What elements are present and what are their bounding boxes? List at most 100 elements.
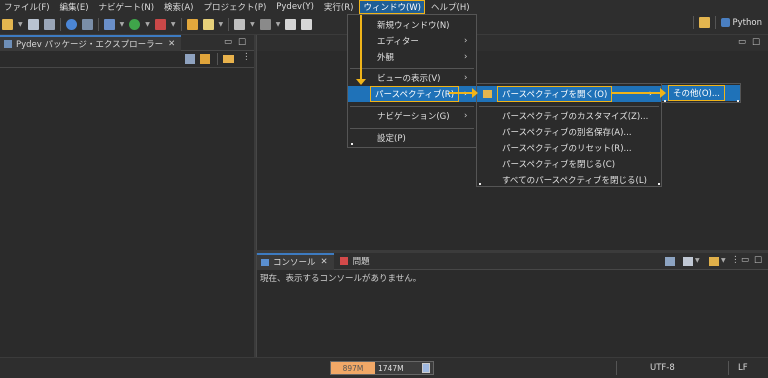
tab-package-explorer[interactable]: Pydev パッケージ・エクスプローラー ✕ — [0, 34, 182, 51]
chevron-down-icon[interactable]: ▼ — [276, 21, 281, 28]
menu-separator — [350, 68, 474, 69]
view-controls: ▭ □ — [224, 37, 246, 47]
open-perspective-submenu: その他(O)... — [661, 83, 741, 103]
debug-icon[interactable] — [103, 18, 115, 30]
workspace-icon[interactable] — [81, 18, 93, 30]
menu-item-label: エディター — [377, 37, 419, 47]
chevron-down-icon[interactable]: ▼ — [219, 21, 224, 28]
tab-label: Pydev パッケージ・エクスプローラー — [16, 39, 164, 50]
menu-item-perspective[interactable]: パースペクティブ(R) › — [348, 86, 476, 102]
external-tools-icon[interactable] — [154, 18, 166, 30]
menu-item-close-perspective[interactable]: パースペクティブを閉じる(C) — [477, 156, 661, 172]
view-menu-icon[interactable]: ⋮ — [731, 255, 740, 265]
menu-item-label: パースペクティブのリセット(R)... — [502, 144, 632, 154]
chevron-down-icon[interactable]: ▼ — [721, 257, 726, 264]
annotation-connector — [612, 92, 664, 94]
menu-run[interactable]: 実行(R) — [324, 1, 354, 13]
tab-console[interactable]: コンソール ✕ — [257, 252, 334, 270]
chevron-down-icon[interactable]: ▼ — [18, 21, 23, 28]
menu-item-save-perspective-as[interactable]: パースペクティブの別名保存(A)... — [477, 124, 661, 140]
menu-item-customize-perspective[interactable]: パースペクティブのカスタマイズ(Z)... — [477, 108, 661, 124]
heap-status[interactable]: 897M 1747M — [330, 361, 434, 375]
console-empty-message: 現在、表示するコンソールがありません。 — [260, 274, 422, 284]
run-icon[interactable] — [129, 18, 141, 30]
console-pin-icon[interactable] — [665, 257, 675, 266]
status-separator — [616, 361, 617, 375]
collapse-all-icon[interactable] — [185, 54, 195, 64]
status-separator — [728, 361, 729, 375]
perspective-python[interactable]: Python — [733, 18, 762, 28]
menu-edit[interactable]: 編集(E) — [60, 1, 89, 13]
menu-item-navigation[interactable]: ナビゲーション(G) › — [348, 108, 476, 124]
annotation-icon[interactable] — [234, 18, 246, 30]
open-console-icon[interactable] — [709, 257, 719, 266]
tab-label: 問題 — [352, 257, 370, 267]
menu-item-preferences[interactable]: 設定(P) — [348, 130, 476, 146]
brush-icon[interactable] — [202, 18, 214, 30]
line-ending-indicator[interactable]: LF — [738, 363, 748, 373]
menu-item-show-view[interactable]: ビューの表示(V) › — [348, 70, 476, 86]
menu-item-new-window[interactable]: 新規ウィンドウ(N) — [348, 17, 476, 33]
console-header: コンソール ✕ 問題 ▼ ▼ ⋮ ▭ □ — [257, 252, 768, 270]
menu-help[interactable]: ヘルプ(H) — [431, 1, 470, 13]
menu-item-close-all-perspectives[interactable]: すべてのパースペクティブを閉じる(L) — [477, 172, 661, 188]
menu-pydev[interactable]: Pydev(Y) — [276, 2, 314, 12]
garbage-collect-icon[interactable] — [422, 363, 430, 373]
menu-item-label: パースペクティブ(R) — [370, 86, 460, 102]
save-all-icon[interactable] — [43, 18, 55, 30]
menu-item-label: 外観 — [377, 53, 395, 63]
menu-search[interactable]: 検索(A) — [164, 1, 193, 13]
close-icon[interactable]: ✕ — [168, 39, 175, 49]
menu-project[interactable]: プロジェクト(P) — [204, 1, 267, 13]
forward-icon[interactable] — [301, 18, 313, 30]
maximize-icon[interactable]: □ — [752, 37, 760, 47]
settings-icon[interactable] — [65, 18, 77, 30]
menu-file[interactable]: ファイル(F) — [4, 1, 50, 13]
open-folder-icon[interactable] — [186, 18, 198, 30]
package-explorer: Pydev パッケージ・エクスプローラー ✕ ▭ □ ⋮ — [0, 34, 254, 357]
menu-item-label: 設定(P) — [377, 134, 406, 144]
menu-corner-marker — [737, 100, 739, 102]
save-icon[interactable] — [27, 18, 39, 30]
maximize-icon[interactable]: □ — [238, 37, 246, 47]
close-icon[interactable]: ✕ — [321, 257, 328, 267]
problems-icon — [339, 257, 348, 265]
editor-view-controls: ▭ □ — [738, 37, 760, 47]
submenu-arrow-icon: › — [464, 89, 468, 99]
minimize-icon[interactable]: ▭ — [224, 37, 232, 47]
next-annotation-icon[interactable] — [259, 18, 271, 30]
link-with-editor-icon[interactable] — [200, 54, 210, 64]
minimize-icon[interactable]: ▭ — [738, 37, 746, 47]
focus-arrow-icon[interactable] — [223, 55, 234, 63]
back-icon[interactable] — [285, 18, 297, 30]
toolbar-separator — [692, 16, 694, 29]
open-perspective-icon[interactable] — [698, 17, 710, 28]
separator — [217, 53, 218, 65]
maximize-icon[interactable]: □ — [754, 255, 762, 265]
menu-item-reset-perspective[interactable]: パースペクティブのリセット(R)... — [477, 140, 661, 156]
tab-problems[interactable]: 問題 — [334, 255, 370, 267]
toolbar-separator — [97, 17, 99, 31]
annotation-arrowhead — [356, 79, 366, 85]
menu-item-editor[interactable]: エディター › — [348, 33, 476, 49]
menu-item-label: パースペクティブのカスタマイズ(Z)... — [502, 112, 649, 122]
display-console-icon[interactable] — [683, 257, 693, 266]
menu-item-other[interactable]: その他(O)... — [662, 85, 740, 101]
chevron-down-icon[interactable]: ▼ — [250, 21, 255, 28]
chevron-down-icon[interactable]: ▼ — [171, 21, 176, 28]
chevron-down-icon[interactable]: ▼ — [695, 257, 700, 264]
window-menu: 新規ウィンドウ(N) エディター › 外観 › ビューの表示(V) › パースペクティ… — [347, 14, 477, 148]
new-icon[interactable] — [2, 18, 13, 30]
chevron-down-icon[interactable]: ▼ — [120, 21, 125, 28]
menu-navigate[interactable]: ナビゲート(N) — [99, 1, 155, 13]
view-menu-icon[interactable]: ⋮ — [242, 52, 251, 62]
menu-item-appearance[interactable]: 外観 › — [348, 49, 476, 65]
menu-window[interactable]: ウィンドウ(W) — [359, 0, 425, 14]
chevron-down-icon[interactable]: ▼ — [145, 21, 150, 28]
heap-total: 1747M — [378, 363, 404, 373]
tab-label: コンソール — [273, 258, 316, 268]
menu-item-open-perspective[interactable]: パースペクティブを開く(O) › — [477, 86, 661, 102]
minimize-icon[interactable]: ▭ — [741, 255, 749, 265]
encoding-indicator[interactable]: UTF-8 — [650, 363, 675, 373]
explorer-header: Pydev パッケージ・エクスプローラー ✕ ▭ □ — [0, 34, 254, 51]
